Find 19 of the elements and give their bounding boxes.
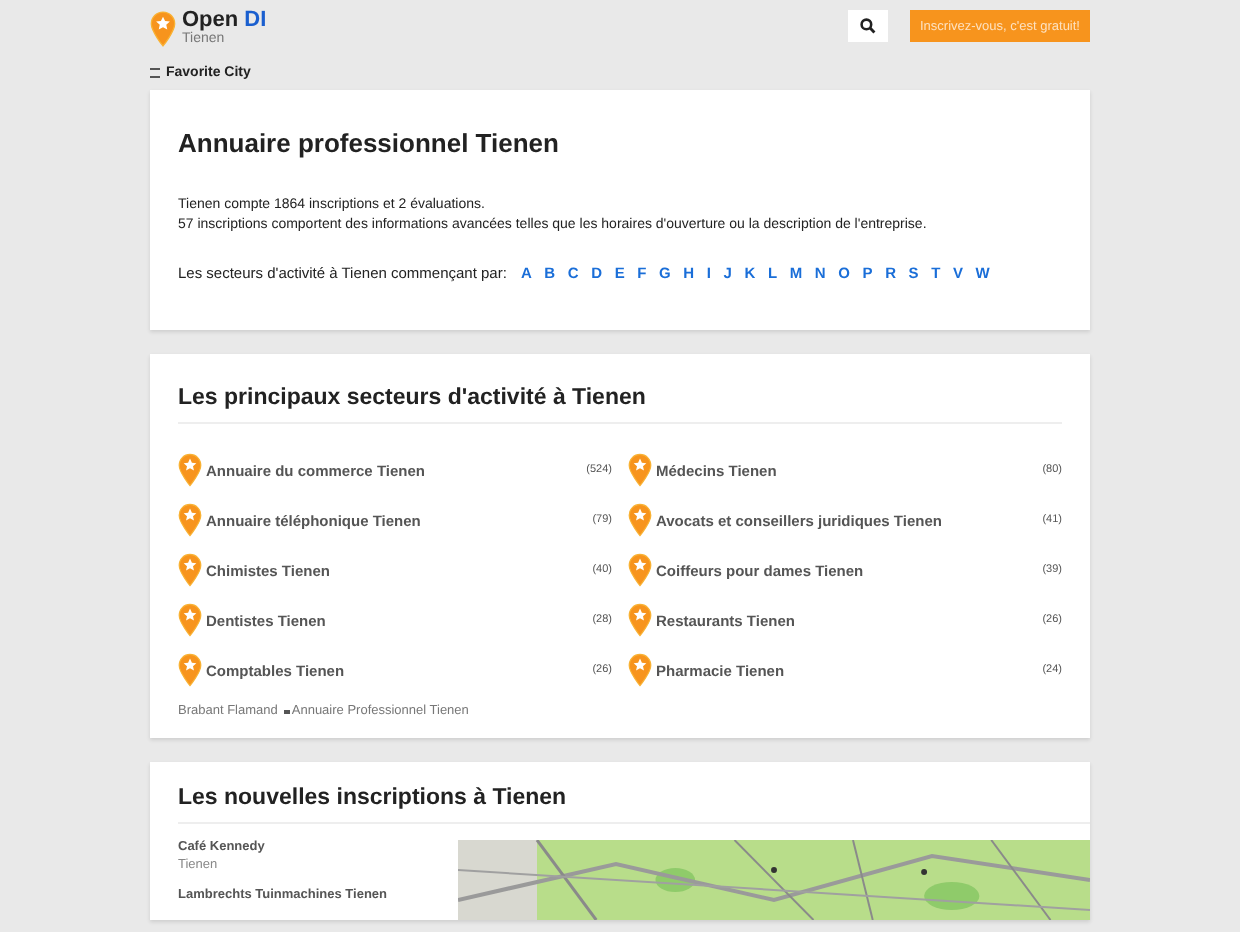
star-pin-icon	[628, 552, 652, 588]
star-pin-icon	[150, 10, 176, 48]
list-icon	[150, 67, 160, 77]
section-title: Les nouvelles inscriptions à Tienen	[178, 786, 1090, 824]
search-button[interactable]	[848, 10, 888, 42]
star-pin-icon	[628, 652, 652, 688]
star-pin-icon	[178, 602, 202, 638]
star-pin-icon	[628, 602, 652, 638]
section-title: Annuaire professionnel Tienen	[178, 128, 561, 158]
star-pin-icon	[628, 502, 652, 538]
star-pin-icon	[178, 452, 202, 488]
breadcrumb-separator-icon	[283, 709, 290, 713]
search-icon	[860, 18, 876, 34]
logo-text[interactable]: Open DI	[182, 8, 267, 32]
star-pin-icon	[178, 502, 202, 538]
section-title: Les principaux secteurs d'activité à Tienen	[178, 386, 1062, 424]
star-pin-icon	[178, 552, 202, 588]
star-pin-icon	[628, 452, 652, 488]
star-pin-icon	[178, 652, 202, 688]
